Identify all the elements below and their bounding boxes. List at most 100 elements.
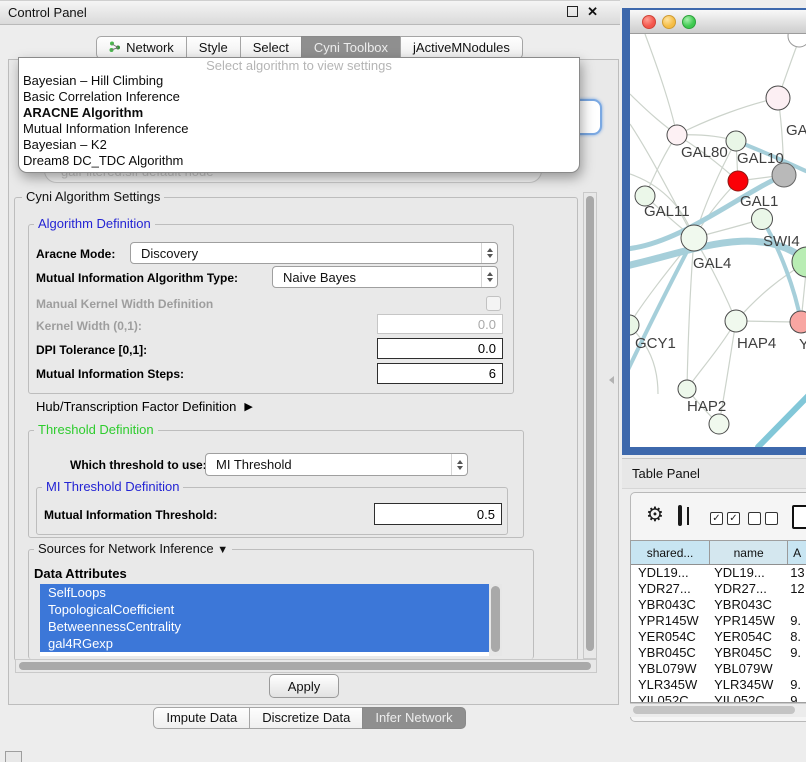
cell: 9.	[788, 613, 806, 629]
settings-vertical-scrollbar[interactable]	[583, 192, 597, 659]
dpi-tolerance-field[interactable]: 0.0	[377, 338, 503, 359]
table-row[interactable]: YBL079W YBL079W	[631, 661, 806, 677]
attribute-item-selected[interactable]: gal4RGexp	[40, 635, 496, 652]
network-view-canvas[interactable]: GAL80 GAL10 GAL1 SWI4 GAL11 GAL4 GCY1 HA…	[630, 34, 806, 447]
mi-steps-field[interactable]: 6	[377, 363, 503, 384]
minimize-traffic-light[interactable]	[662, 15, 676, 29]
algorithm-dropdown-list: Select algorithm to view settings Bayesi…	[18, 57, 580, 173]
tab-infer-network[interactable]: Infer Network	[362, 707, 465, 729]
attributes-scrollbar[interactable]	[489, 584, 502, 656]
tab-style[interactable]: Style	[186, 36, 241, 59]
mi-steps-value: 6	[489, 366, 496, 381]
splitter-handle[interactable]	[609, 376, 614, 384]
cell: 9.	[788, 645, 806, 661]
node-label: HAP2	[687, 398, 726, 415]
cell: 13	[788, 565, 806, 581]
table-row[interactable]: YBR045C YBR045C 9.	[631, 645, 806, 661]
attribute-item-selected[interactable]: BetweennessCentrality	[40, 618, 496, 635]
cell: YDL19...	[710, 565, 788, 581]
node-label: GAL1	[740, 193, 778, 210]
network-window-titlebar[interactable]	[630, 10, 806, 34]
mi-threshold-value: 0.5	[477, 507, 495, 522]
mi-algorithm-type-combobox[interactable]: Naive Bayes	[272, 266, 498, 288]
algorithm-option[interactable]: Basic Correlation Inference	[19, 89, 579, 105]
deselect-all-checks-icon[interactable]	[748, 512, 778, 525]
control-panel-title: Control Panel	[8, 5, 87, 20]
close-traffic-light[interactable]	[642, 15, 656, 29]
cell: YDR27...	[631, 581, 710, 597]
cell: YPR145W	[710, 613, 788, 629]
cell: YLR345W	[631, 677, 710, 693]
table-row[interactable]: YPR145W YPR145W 9.	[631, 613, 806, 629]
tab-impute-data[interactable]: Impute Data	[153, 707, 250, 729]
mi-threshold-label: Mutual Information Threshold:	[44, 508, 217, 522]
column-header-shared-name[interactable]: shared...	[631, 541, 710, 564]
manual-kernel-width-checkbox	[486, 296, 501, 311]
tab-impute-data-label: Impute Data	[166, 710, 237, 725]
aracne-mode-value: Discovery	[131, 246, 481, 261]
apply-button[interactable]: Apply	[269, 674, 339, 698]
document-icon[interactable]	[792, 505, 806, 529]
attribute-item-selected[interactable]: TopologicalCoefficient	[40, 601, 496, 618]
cell	[788, 597, 806, 613]
table-panel-title: Table Panel	[632, 466, 700, 481]
bottom-tabbar: Impute Data Discretize Data Infer Networ…	[0, 707, 620, 729]
table-row[interactable]: YLR345W YLR345W 9.	[631, 677, 806, 693]
cell: YLR345W	[710, 677, 788, 693]
cell: YDL19...	[631, 565, 710, 581]
column-header-name[interactable]: name	[710, 541, 788, 564]
cell: YDR27...	[710, 581, 788, 597]
manual-kernel-width-label: Manual Kernel Width Definition	[36, 297, 213, 311]
dpi-tolerance-value: 0.0	[478, 341, 496, 356]
algorithm-option[interactable]: Dream8 DC_TDC Algorithm	[19, 153, 579, 169]
cell: YBR043C	[631, 597, 710, 613]
node-label: GAL11	[644, 203, 690, 220]
split-columns-icon[interactable]	[678, 505, 682, 526]
cell: YBL079W	[710, 661, 788, 677]
algorithm-definition-title: Algorithm Definition	[34, 217, 155, 231]
tab-discretize-data[interactable]: Discretize Data	[249, 707, 363, 729]
control-panel-tabbar: Network Style Select Cyni Toolbox jActiv…	[0, 36, 620, 59]
table-horizontal-scrollbar[interactable]	[630, 703, 806, 717]
select-all-checks-icon[interactable]: ✓✓	[710, 512, 740, 525]
algorithm-option[interactable]: Bayesian – K2	[19, 137, 579, 153]
table-row[interactable]: YDR27... YDR27... 12	[631, 581, 806, 597]
tab-select[interactable]: Select	[240, 36, 302, 59]
which-threshold-value: MI Threshold	[206, 457, 451, 472]
gear-icon[interactable]: ⚙	[646, 505, 664, 525]
cell: YER054C	[631, 629, 710, 645]
table-row[interactable]: YER054C YER054C 8.	[631, 629, 806, 645]
sources-title-row[interactable]: Sources for Network Inference ▼	[34, 542, 232, 557]
which-threshold-combobox[interactable]: MI Threshold	[205, 453, 468, 476]
table-row[interactable]: YIL052C YIL052C 9.	[631, 693, 806, 703]
node-label: GAL10	[737, 150, 784, 167]
tab-jactivemnodules-label: jActiveMNodules	[413, 40, 510, 55]
cell: 9.	[788, 677, 806, 693]
collapse-arrow-icon: ▶	[244, 400, 252, 413]
cell	[788, 661, 806, 677]
algorithm-option[interactable]: Mutual Information Inference	[19, 121, 579, 137]
zoom-traffic-light[interactable]	[682, 15, 696, 29]
mi-threshold-group-title: MI Threshold Definition	[42, 480, 183, 494]
tab-network[interactable]: Network	[96, 36, 187, 59]
settings-horizontal-scrollbar[interactable]	[15, 659, 597, 673]
algorithm-option[interactable]: Bayesian – Hill Climbing	[19, 73, 579, 89]
table-row[interactable]: YDL19... YDL19... 13	[631, 565, 806, 581]
tab-cyni-toolbox[interactable]: Cyni Toolbox	[301, 36, 401, 59]
hub-factor-section-toggle[interactable]: Hub/Transcription Factor Definition ▶	[36, 399, 253, 414]
algorithm-option-selected[interactable]: ARACNE Algorithm	[19, 105, 579, 121]
data-attributes-label: Data Attributes	[34, 566, 127, 581]
table-row[interactable]: YBR043C YBR043C	[631, 597, 806, 613]
aracne-mode-combobox[interactable]: Discovery	[130, 242, 498, 264]
attribute-item-selected[interactable]: SelfLoops	[40, 584, 496, 601]
float-window-icon[interactable]	[567, 6, 578, 17]
close-icon[interactable]: ✕	[587, 5, 598, 18]
floating-panel-icon[interactable]	[5, 751, 22, 762]
tab-jactivemnodules[interactable]: jActiveMNodules	[400, 36, 523, 59]
tab-cyni-toolbox-label: Cyni Toolbox	[314, 40, 388, 55]
mi-threshold-field[interactable]: 0.5	[374, 503, 502, 525]
cell: YER054C	[710, 629, 788, 645]
table-body: YDL19... YDL19... 13 YDR27... YDR27... 1…	[631, 565, 806, 703]
node-label: SWI4	[763, 233, 800, 250]
column-header-partial[interactable]: A	[788, 541, 806, 564]
